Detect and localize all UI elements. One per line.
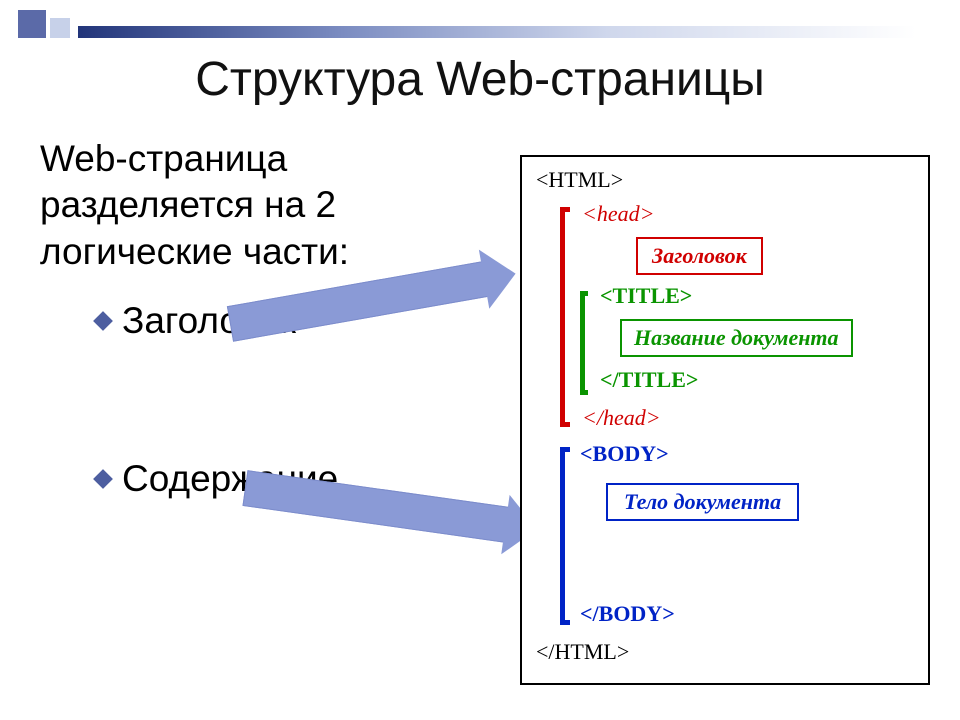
tag-body-open: <BODY> — [580, 441, 669, 467]
tag-title-close: </TITLE> — [600, 367, 698, 393]
bracket-title — [580, 291, 588, 395]
slide-title: Структура Web-страницы — [0, 52, 960, 107]
tag-head-open: <head> — [582, 201, 654, 227]
bullet-list: Заголовок Содержание — [96, 300, 496, 616]
intro-text: Web-страница разделяется на 2 логические… — [40, 136, 500, 275]
bracket-head — [560, 207, 570, 427]
box-body-label: Тело документа — [606, 483, 799, 521]
box-title-label: Название документа — [620, 319, 853, 357]
tag-html-open: <HTML> — [536, 167, 623, 193]
html-structure-diagram: <HTML> <head> Заголовок <TITLE> Название… — [520, 155, 930, 685]
tag-head-close: </head> — [582, 405, 661, 431]
bracket-body — [560, 447, 570, 625]
tag-html-close: </HTML> — [536, 639, 629, 665]
tag-title-open: <TITLE> — [600, 283, 692, 309]
box-head-label: Заголовок — [636, 237, 763, 275]
header-gradient-bar — [78, 26, 960, 38]
tag-body-close: </BODY> — [580, 601, 675, 627]
corner-squares — [18, 10, 70, 38]
